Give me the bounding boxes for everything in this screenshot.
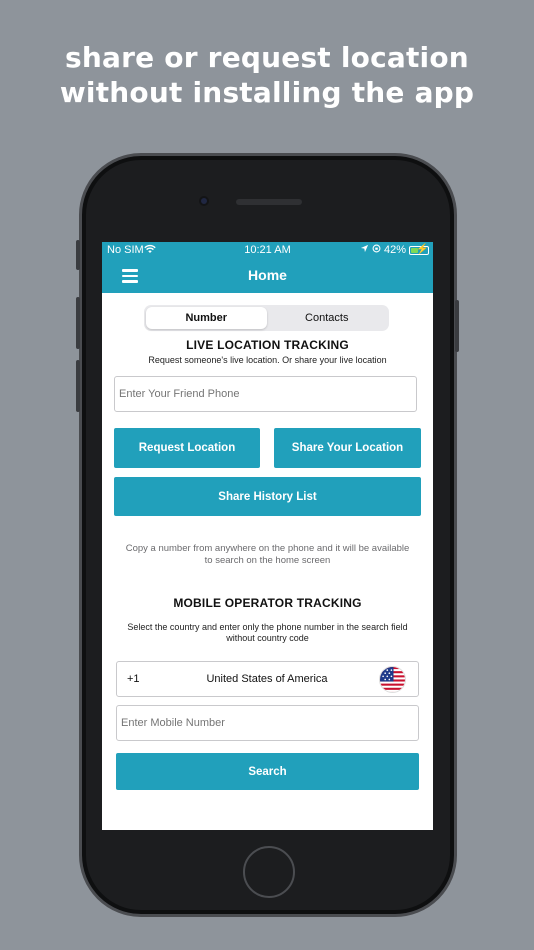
copy-number-hint: Copy a number from anywhere on the phone… [125, 543, 410, 566]
location-arrow-icon [360, 244, 369, 256]
live-tracking-title: LIVE LOCATION TRACKING [186, 338, 349, 352]
number-contacts-segmented-control: Number Contacts [144, 305, 389, 331]
status-bar: No SIM 10:21 AM 42% ⚡ [102, 242, 433, 259]
request-location-button[interactable]: Request Location [114, 428, 260, 468]
orientation-lock-icon [372, 244, 381, 256]
friend-phone-input[interactable] [114, 376, 417, 412]
operator-tracking-subtitle: Select the country and enter only the ph… [127, 622, 408, 643]
volume-down-button [76, 360, 80, 412]
mobile-number-input[interactable] [116, 705, 419, 741]
tab-contacts[interactable]: Contacts [267, 307, 388, 329]
live-tracking-subtitle: Request someone's live location. Or shar… [148, 355, 387, 365]
battery-icon: ⚡ [409, 244, 429, 255]
battery-percentage: 42% [383, 244, 406, 256]
promo-headline: share or request location without instal… [0, 40, 534, 110]
search-button[interactable]: Search [116, 753, 419, 790]
page-title: Home [248, 267, 287, 283]
power-button [455, 300, 459, 352]
front-camera-icon [199, 196, 209, 206]
home-button[interactable] [243, 846, 295, 898]
country-name: United States of America [206, 673, 328, 685]
navigation-bar: Home [102, 259, 433, 293]
headline-line-2: without installing the app [59, 76, 475, 109]
earpiece-speaker [236, 199, 302, 205]
app-screen: No SIM 10:21 AM 42% ⚡ Home Number Contac… [102, 242, 433, 830]
mute-switch [76, 240, 80, 270]
country-selector[interactable]: +1 United States of America [116, 661, 419, 697]
share-history-list-button[interactable]: Share History List [114, 477, 421, 516]
headline-line-1: share or request location [65, 41, 469, 74]
operator-tracking-title: MOBILE OPERATOR TRACKING [173, 596, 362, 610]
share-location-button[interactable]: Share Your Location [274, 428, 421, 468]
tab-number[interactable]: Number [146, 307, 267, 329]
volume-up-button [76, 297, 80, 349]
us-flag-icon [379, 666, 406, 693]
